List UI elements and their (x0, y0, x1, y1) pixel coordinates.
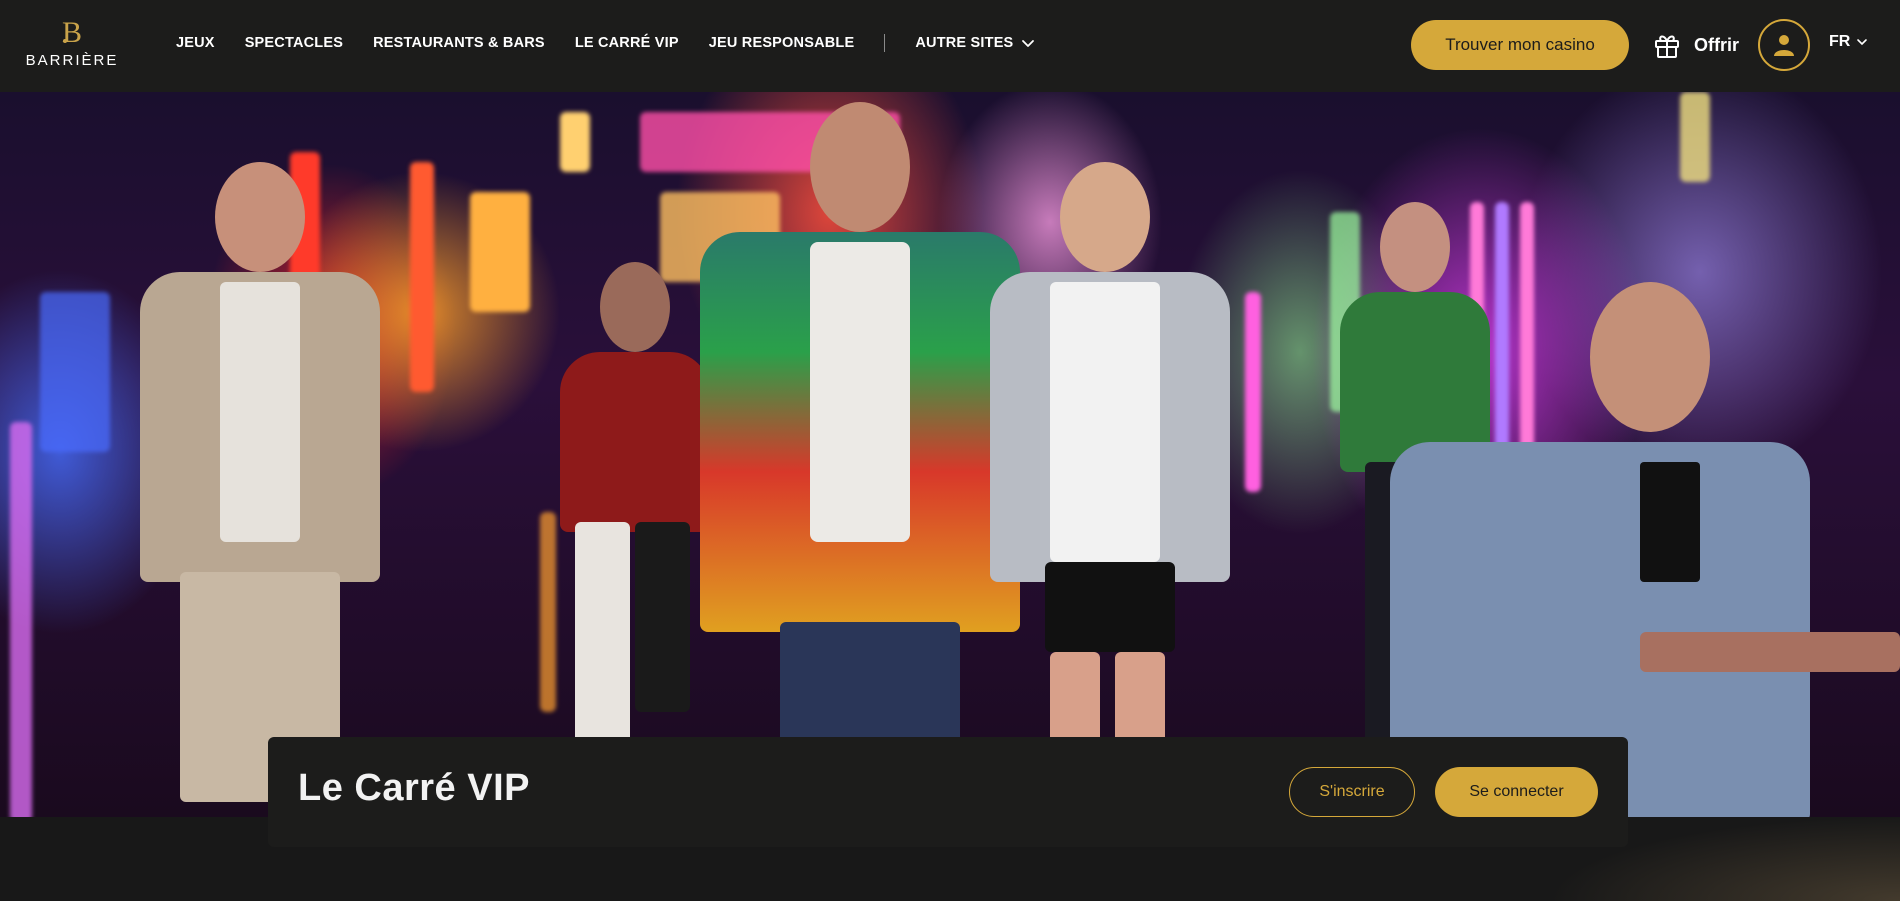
neon-streak (40, 292, 110, 452)
vip-title-band: Le Carré VIP S'inscrire Se connecter (268, 737, 1628, 847)
page-title: Le Carré VIP (298, 767, 530, 809)
barriere-logo[interactable]: B BARRIÈRE (24, 14, 120, 74)
svg-text:B: B (62, 16, 82, 49)
other-sites-label: AUTRE SITES (915, 35, 1014, 51)
other-sites-dropdown[interactable]: AUTRE SITES (915, 35, 1035, 51)
hero-image (0, 92, 1900, 817)
nav-item-carre-vip[interactable]: LE CARRÉ VIP (575, 35, 679, 51)
nav-divider (884, 34, 886, 52)
chevron-down-icon (1022, 40, 1035, 47)
user-icon (1774, 35, 1794, 56)
offer-label: Offrir (1694, 34, 1739, 55)
chevron-down-icon (1857, 39, 1868, 46)
offer-link[interactable]: Offrir (1652, 25, 1739, 65)
account-button[interactable] (1758, 19, 1810, 71)
nav-item-spectacles[interactable]: SPECTACLES (245, 35, 343, 51)
main-nav: JEUX SPECTACLES RESTAURANTS & BARS LE CA… (176, 0, 1065, 86)
nav-item-restaurants-bars[interactable]: RESTAURANTS & BARS (373, 35, 545, 51)
neon-streak (10, 422, 32, 817)
nav-item-jeux[interactable]: JEUX (176, 35, 215, 51)
logo-b-mark: B (62, 16, 82, 49)
person-left (120, 162, 400, 817)
site-header: B BARRIÈRE JEUX SPECTACLES RESTAURANTS &… (0, 0, 1900, 92)
signup-button[interactable]: S'inscrire (1289, 767, 1415, 817)
neon-streak (1680, 92, 1710, 182)
neon-streak (560, 112, 590, 172)
neon-streak (410, 162, 434, 392)
language-label: FR (1829, 33, 1851, 50)
neon-streak (1245, 292, 1261, 492)
neon-streak (470, 192, 530, 312)
login-button[interactable]: Se connecter (1435, 767, 1598, 817)
nav-item-jeu-responsable[interactable]: JEU RESPONSABLE (709, 35, 855, 51)
person-center-rainbow (700, 102, 1020, 817)
person-silver-jacket (990, 162, 1230, 817)
gift-icon (1655, 35, 1679, 58)
logo-text: BARRIÈRE (25, 52, 119, 69)
find-casino-button[interactable]: Trouver mon casino (1411, 20, 1629, 70)
language-selector[interactable]: FR (1829, 33, 1868, 51)
person-red-top (550, 262, 720, 817)
